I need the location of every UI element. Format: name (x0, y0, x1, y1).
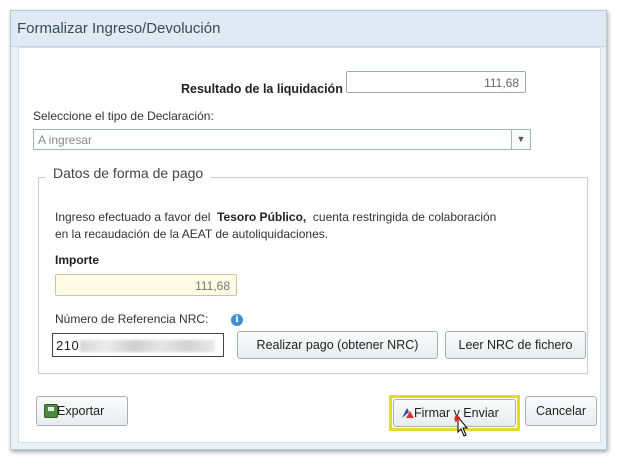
info-icon[interactable]: i (231, 314, 243, 326)
dialog-content: Resultado de la liquidación 111,68 Selec… (18, 47, 601, 443)
obtain-nrc-button[interactable]: Realizar pago (obtener NRC) (237, 331, 438, 359)
declaration-type-select[interactable]: A ingresar ▼ (33, 129, 531, 150)
payment-legend: Datos de forma de pago (46, 165, 211, 181)
result-label: Resultado de la liquidación (181, 82, 343, 96)
declaration-type-label: Seleccione el tipo de Declaración: (33, 109, 214, 123)
info-line2: en la recaudación de la AEAT de autoliqu… (55, 227, 329, 241)
importe-label: Importe (55, 253, 100, 267)
nrc-label: Número de Referencia NRC: (55, 312, 209, 326)
formalize-dialog: Formalizar Ingreso/Devolución Resultado … (10, 10, 607, 450)
dialog-title: Formalizar Ingreso/Devolución (17, 20, 221, 37)
result-field: 111,68 (346, 71, 526, 93)
export-label: Exportar (57, 404, 105, 418)
nrc-value: 210 (56, 338, 80, 353)
declaration-type-value: A ingresar (38, 133, 93, 147)
chevron-down-icon[interactable]: ▼ (511, 130, 530, 149)
mouse-pointer-icon (455, 416, 469, 437)
export-icon (44, 404, 58, 418)
info-suffix: cuenta restringida de colaboración (312, 210, 497, 224)
dialog-titlebar: Formalizar Ingreso/Devolución (11, 11, 606, 47)
importe-field: 111,68 (55, 274, 237, 296)
payment-info-text: Ingreso efectuado a favor del Tesoro Púb… (55, 209, 555, 243)
sign-send-icon (402, 408, 414, 418)
info-prefix: Ingreso efectuado a favor del (55, 210, 211, 224)
export-button[interactable]: Exportar (36, 396, 128, 426)
read-nrc-file-button[interactable]: Leer NRC de fichero (445, 331, 586, 359)
cancel-button[interactable]: Cancelar (525, 396, 597, 426)
nrc-redacted (80, 340, 215, 352)
info-bold: Tesoro Público, (217, 210, 307, 224)
nrc-input[interactable]: 210 (52, 333, 224, 357)
